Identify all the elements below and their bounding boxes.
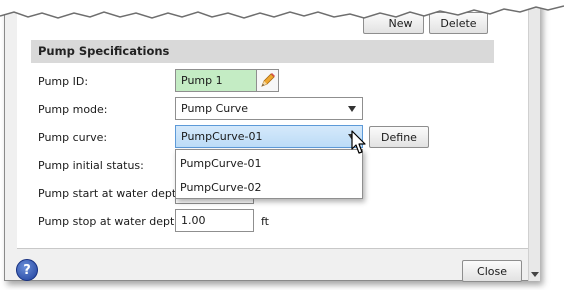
scroll-down-arrow-icon[interactable] [531,272,539,277]
help-icon[interactable]: ? [16,259,38,281]
define-button-label: Define [381,130,417,144]
new-button-label: New [388,16,413,30]
chevron-down-icon [348,106,356,112]
new-button[interactable]: New [363,12,424,34]
pump-curve-select[interactable]: PumpCurve-01 [175,125,363,148]
pump-id-label: Pump ID: [38,75,89,88]
pump-id-input[interactable]: Pump 1 [175,69,257,92]
section-header: Pump Specifications [31,40,494,63]
pump-initial-status-label: Pump initial status: [38,159,144,172]
close-button[interactable]: Close [462,260,522,282]
dropdown-option-pumpcurve-01[interactable]: PumpCurve-01 [180,157,262,170]
vertical-scrollbar[interactable] [528,0,540,281]
pump-start-depth-label: Pump start at water depth: [38,187,187,200]
pump-stop-depth-value: 1.00 [181,214,206,227]
pump-id-value: Pump 1 [181,74,223,87]
dropdown-option-pumpcurve-02[interactable]: PumpCurve-02 [180,181,262,194]
pump-curve-dropdown-list[interactable]: PumpCurve-01 PumpCurve-02 [175,149,363,199]
pump-stop-depth-label: Pump stop at water depth: [38,215,185,228]
pump-mode-value: Pump Curve [181,102,249,115]
pump-curve-label: Pump curve: [38,131,108,144]
pencil-icon [261,73,275,87]
pump-mode-label: Pump mode: [38,103,108,116]
close-button-label: Close [477,264,507,278]
pump-mode-select[interactable]: Pump Curve [175,97,363,120]
define-button[interactable]: Define [369,126,429,148]
dialog-canvas: New Delete Pump Specifications Pump ID: … [0,0,564,290]
mouse-cursor-icon [351,130,366,154]
delete-button-label: Delete [440,16,477,30]
depth-unit-label: ft [261,215,269,228]
edit-pump-id-button[interactable] [256,69,279,92]
delete-button[interactable]: Delete [429,12,488,34]
pump-curve-value: PumpCurve-01 [181,130,263,143]
pump-stop-depth-input[interactable]: 1.00 [175,209,254,232]
help-symbol: ? [23,262,31,278]
